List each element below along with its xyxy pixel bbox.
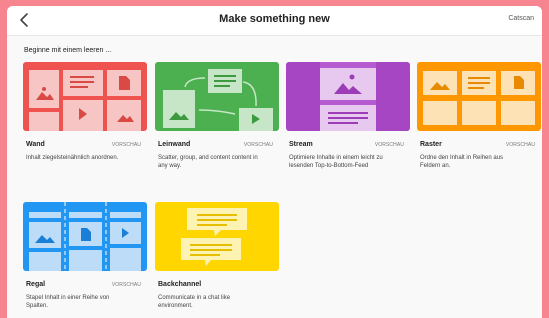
card-leinwand[interactable]: Leinwand VORSCHAU Scatter, group, and co…: [155, 62, 279, 192]
card-title: Stream: [289, 141, 313, 148]
card-title: Regal: [26, 281, 46, 288]
stream-thumbnail: [286, 62, 410, 131]
preview-badge: VORSCHAU: [111, 282, 141, 288]
preview-badge: VORSCHAU: [374, 142, 404, 148]
card-description: Optimiere Inhalte in einem leicht zu les…: [289, 155, 383, 169]
preview-badge: VORSCHAU: [111, 142, 141, 148]
card-description: Ordne den Inhalt in Reihen aus Feldern a…: [420, 155, 504, 169]
page-title: Make something new: [219, 13, 330, 25]
card-wand[interactable]: Wand VORSCHAU Inhalt ziegelsteinähnlich …: [23, 62, 147, 192]
card-description: Scatter, group, and content content in a…: [158, 155, 258, 169]
shelf-thumbnail: [23, 202, 147, 271]
section-heading: Beginne mit einem leeren ...: [24, 47, 112, 54]
new-board-dialog: Make something new Catscan Beginne mit e…: [7, 6, 542, 318]
top-bar: Make something new Catscan: [7, 6, 542, 36]
card-description: Inhalt ziegelsteinähnlich anordnen.: [26, 155, 119, 161]
chat-thumbnail: [155, 202, 279, 271]
card-title: Backchannel: [158, 281, 202, 288]
wall-thumbnail: [23, 62, 147, 131]
card-description: Communicate in a chat like environment.: [158, 295, 231, 309]
preview-badge: VORSCHAU: [243, 142, 273, 148]
card-regal[interactable]: Regal VORSCHAU Stapel Inhalt in einer Re…: [23, 202, 147, 318]
card-title: Wand: [26, 141, 45, 148]
card-raster[interactable]: Raster VORSCHAU Ordne den Inhalt in Reih…: [417, 62, 541, 192]
preview-badge: VORSCHAU: [505, 142, 535, 148]
card-stream[interactable]: Stream VORSCHAU Optimiere Inhalte in ein…: [286, 62, 410, 192]
card-title: Raster: [420, 141, 442, 148]
grid-thumbnail: [417, 62, 541, 131]
account-name[interactable]: Catscan: [508, 15, 534, 22]
card-backchannel[interactable]: Backchannel Communicate in a chat like e…: [155, 202, 279, 318]
card-title: Leinwand: [158, 141, 191, 148]
canvas-thumbnail: [155, 62, 279, 131]
card-description: Stapel Inhalt in einer Reihe von Spalten…: [26, 295, 110, 309]
